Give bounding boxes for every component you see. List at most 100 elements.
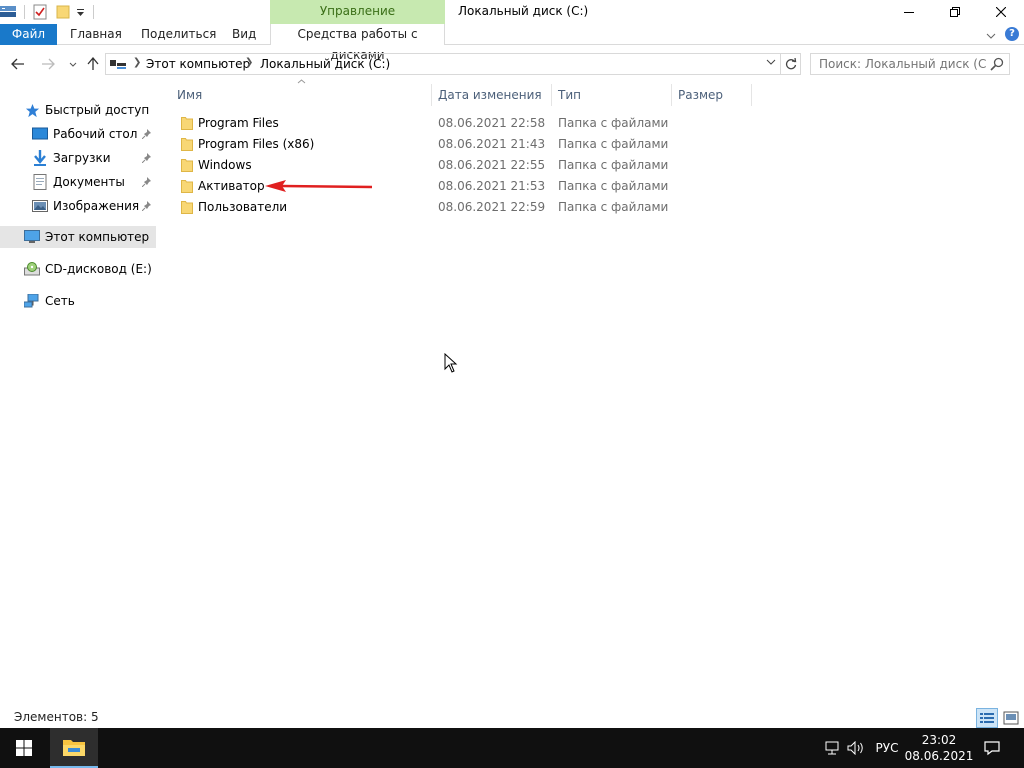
file-name[interactable]: Активатор	[198, 179, 265, 193]
file-name[interactable]: Program Files (x86)	[198, 137, 314, 151]
search-box[interactable]	[810, 53, 1010, 75]
nav-item-images[interactable]: Изображения	[0, 195, 156, 217]
properties-icon[interactable]	[33, 3, 47, 21]
file-row[interactable]: Program Files (x86) 08.06.2021 21:43 Пап…	[170, 134, 770, 155]
recent-locations-button[interactable]	[63, 54, 83, 74]
qat-customize-icon[interactable]	[76, 3, 85, 21]
breadcrumb-this-pc[interactable]: Этот компьютер	[146, 57, 250, 71]
start-button[interactable]	[0, 728, 48, 768]
back-button[interactable]	[8, 54, 28, 74]
file-name[interactable]: Program Files	[198, 116, 279, 130]
windows-logo-icon	[16, 740, 32, 756]
nav-item-documents[interactable]: Документы	[0, 171, 156, 193]
mouse-cursor-icon	[444, 353, 458, 373]
nav-item-this-pc[interactable]: Этот компьютер	[0, 226, 156, 248]
notification-center-button[interactable]	[978, 728, 1006, 768]
column-divider[interactable]	[751, 84, 752, 106]
restore-icon	[950, 7, 960, 17]
tab-file[interactable]: Файл	[0, 24, 57, 45]
file-list: Program Files 08.06.2021 22:58 Папка с ф…	[170, 113, 770, 218]
nav-item-label: Рабочий стол	[53, 127, 138, 141]
nav-item-label: Сеть	[45, 294, 75, 308]
back-arrow-icon	[11, 58, 24, 70]
search-icon[interactable]	[990, 57, 1004, 74]
pin-icon[interactable]	[141, 152, 152, 166]
breadcrumb-local-disk[interactable]: Локальный диск (C:)	[260, 57, 390, 71]
column-header-type[interactable]: Тип	[551, 84, 671, 106]
folder-icon	[181, 200, 193, 217]
pin-icon[interactable]	[141, 200, 152, 214]
folder-icon	[181, 116, 193, 133]
help-icon[interactable]: ?	[1005, 27, 1019, 41]
details-view-button[interactable]	[976, 708, 998, 728]
nav-item-cd-drive[interactable]: CD-дисковод (E:) Bru	[0, 258, 156, 280]
nav-item-downloads[interactable]: Загрузки	[0, 147, 156, 169]
large-icons-view-button[interactable]	[1000, 708, 1022, 728]
notifications-icon	[984, 741, 1000, 756]
qat-divider	[24, 5, 25, 19]
tab-view[interactable]: Вид	[232, 24, 256, 45]
close-button[interactable]	[978, 0, 1024, 24]
address-bar[interactable]: ❯ Этот компьютер ❯ Локальный диск (C:)	[105, 53, 781, 75]
clock[interactable]: 23:02 08.06.2021	[904, 728, 974, 768]
minimize-icon	[904, 12, 914, 13]
expand-ribbon-icon[interactable]	[986, 29, 996, 43]
file-row[interactable]: Windows 08.06.2021 22:55 Папка с файлами	[170, 155, 770, 176]
up-arrow-icon	[87, 57, 99, 70]
tab-share[interactable]: Поделиться	[141, 24, 216, 45]
tab-home[interactable]: Главная	[70, 24, 122, 45]
up-button[interactable]	[83, 54, 103, 74]
nav-item-quick-access[interactable]: Быстрый доступ	[0, 99, 156, 121]
large-icons-view-icon	[1003, 711, 1019, 725]
title-bar: Управление Локальный диск (C:)	[0, 0, 1024, 24]
nav-item-label: Изображения	[53, 199, 140, 213]
cd-drive-icon	[24, 261, 40, 277]
context-tab-header: Управление	[270, 0, 445, 24]
volume-tray-icon[interactable]	[846, 728, 866, 768]
refresh-button[interactable]	[781, 53, 801, 75]
folder-icon	[181, 137, 193, 154]
nav-item-label: CD-дисковод (E:) Bru	[45, 262, 156, 276]
file-row[interactable]: Активатор 08.06.2021 21:53 Папка с файла…	[170, 176, 770, 197]
explorer-app-icon[interactable]	[0, 3, 18, 21]
nav-item-desktop[interactable]: Рабочий стол	[0, 123, 156, 145]
new-folder-icon[interactable]	[56, 3, 70, 21]
desktop-icon	[32, 126, 48, 142]
item-count: Элементов: 5	[14, 710, 99, 724]
search-input[interactable]	[811, 54, 987, 74]
refresh-icon	[785, 58, 796, 70]
clock-time: 23:02	[921, 733, 957, 747]
annotation-arrow	[265, 180, 373, 192]
folder-icon	[181, 158, 193, 175]
pin-icon[interactable]	[141, 176, 152, 190]
column-header-name[interactable]: Имя	[170, 84, 432, 106]
file-row[interactable]: Program Files 08.06.2021 22:58 Папка с ф…	[170, 113, 770, 134]
ribbon-tab-bar: Файл Главная Поделиться Вид Средства раб…	[0, 24, 1024, 62]
column-header-date[interactable]: Дата изменения	[431, 84, 551, 106]
file-row[interactable]: Пользователи 08.06.2021 22:59 Папка с фа…	[170, 197, 770, 218]
tab-disk-tools[interactable]: Средства работы с дисками	[270, 24, 445, 62]
documents-icon	[32, 174, 48, 190]
column-header-size[interactable]: Размер	[671, 84, 751, 106]
forward-button[interactable]	[38, 54, 58, 74]
chevron-down-icon	[69, 62, 77, 67]
file-name[interactable]: Windows	[198, 158, 252, 172]
pin-icon[interactable]	[141, 128, 152, 142]
restore-button[interactable]	[932, 0, 978, 24]
network-tray-icon[interactable]	[822, 728, 842, 768]
address-history-dropdown[interactable]	[766, 58, 776, 68]
star-icon	[24, 102, 40, 118]
nav-item-network[interactable]: Сеть	[0, 290, 156, 312]
navigation-pane: Быстрый доступ Рабочий стол Загрузки Док…	[0, 80, 160, 700]
file-date: 08.06.2021 22:59	[438, 200, 546, 214]
chevron-right-icon[interactable]: ❯	[133, 57, 141, 68]
file-explorer-icon	[63, 740, 85, 756]
folder-icon	[181, 179, 193, 196]
language-indicator[interactable]: РУС	[870, 728, 904, 768]
minimize-button[interactable]	[886, 0, 932, 24]
file-name[interactable]: Пользователи	[198, 200, 287, 214]
chevron-right-icon[interactable]: ❯	[245, 57, 253, 68]
forward-arrow-icon	[42, 58, 55, 70]
taskbar-file-explorer[interactable]	[50, 728, 98, 768]
network-icon	[24, 293, 40, 309]
